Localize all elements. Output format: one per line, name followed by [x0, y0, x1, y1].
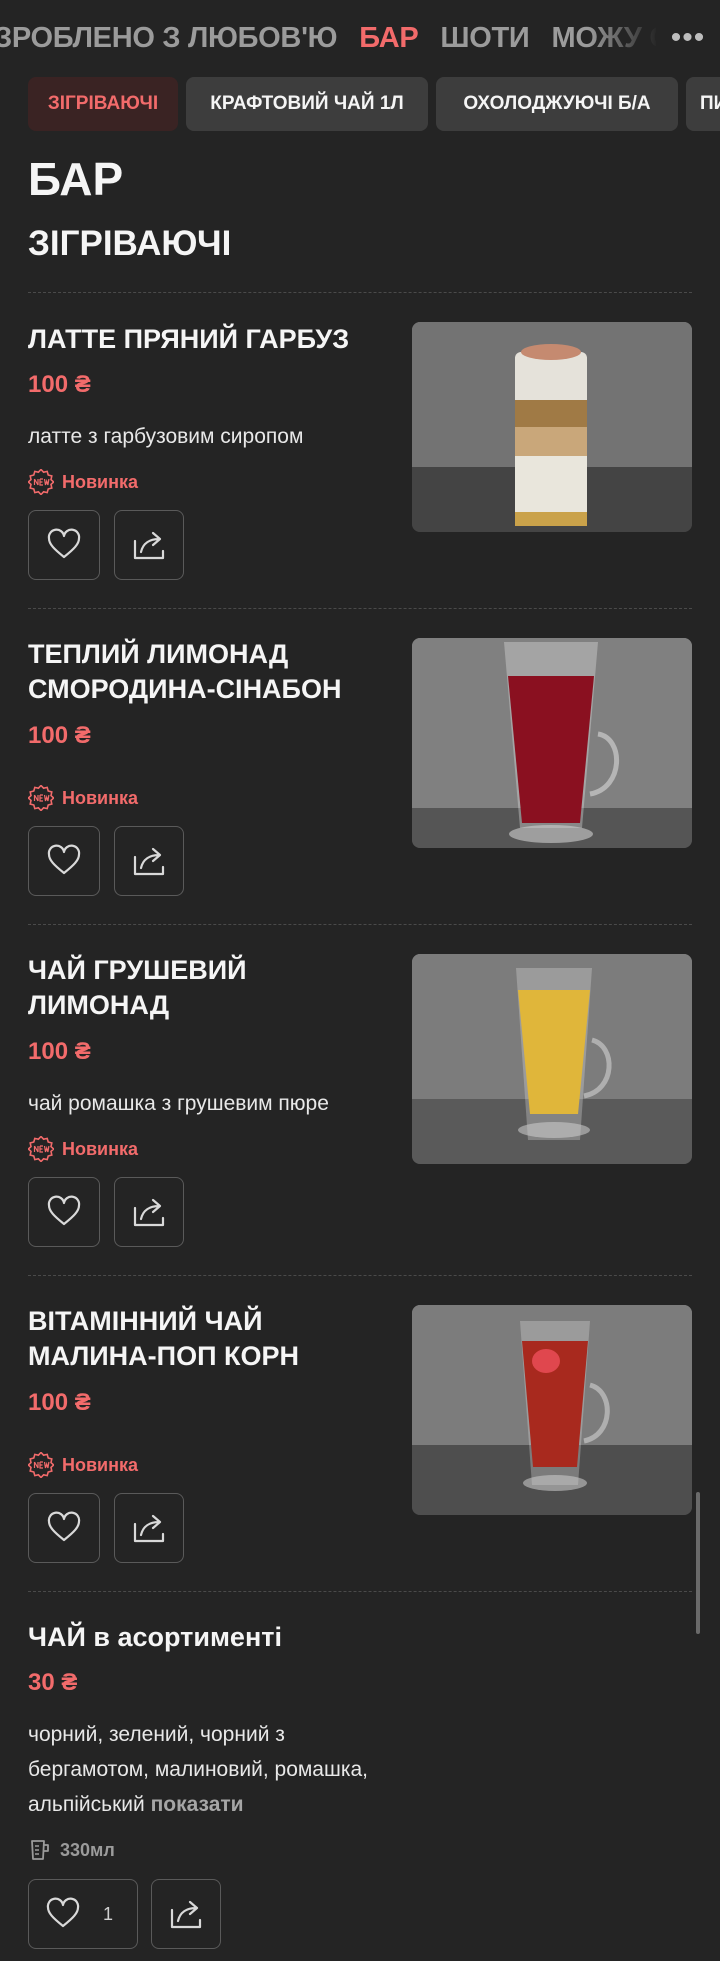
item-divider [28, 292, 692, 293]
chip-warming[interactable]: ЗІГРІВАЮЧІ [28, 77, 178, 131]
item-name[interactable]: ЛАТТЕ ПРЯНИЙ ГАРБУЗ [28, 322, 388, 357]
nav-item-made-with-love[interactable]: ЗРОБЛЕНО З ЛЮБОВ'Ю [0, 22, 338, 55]
new-badge: Новинка [28, 783, 138, 813]
pear-tea-photo [412, 954, 692, 1164]
share-icon [133, 1198, 165, 1227]
item-price: 100 ₴ [28, 1389, 91, 1416]
top-category-nav: ЗРОБЛЕНО З ЛЮБОВ'Ю БАР ШОТИ МОЖУ СОБІ ДО… [0, 0, 720, 76]
raspberry-tea-photo [412, 1305, 692, 1515]
heart-icon [47, 1195, 81, 1226]
share-icon [133, 847, 165, 876]
item-price: 100 ₴ [28, 371, 91, 398]
scrollbar[interactable] [696, 1492, 700, 1634]
share-button[interactable] [114, 510, 184, 580]
favorite-button[interactable] [28, 826, 100, 896]
new-badge-icon [28, 1136, 54, 1162]
item-price: 30 ₴ [28, 1669, 78, 1696]
volume-label: 330мл [60, 1839, 115, 1860]
heart-icon [47, 844, 81, 875]
favorite-button[interactable] [28, 510, 100, 580]
new-badge: Новинка [28, 467, 138, 497]
new-badge-label: Новинка [62, 1454, 139, 1475]
item-price: 100 ₴ [28, 722, 91, 749]
item-description: чорний, зелений, чорний з бергамотом, ма… [28, 1717, 398, 1822]
new-badge-icon [28, 785, 54, 811]
more-icon[interactable]: ••• [656, 0, 720, 76]
like-count: 1 [103, 1903, 114, 1924]
new-badge-label: Новинка [62, 787, 139, 808]
nav-item-bar[interactable]: БАР [359, 22, 418, 55]
heart-icon [47, 1511, 81, 1542]
cup-icon [31, 1840, 49, 1860]
item-divider [28, 924, 692, 925]
share-icon [133, 531, 165, 560]
favorite-button[interactable] [28, 1493, 100, 1563]
item-divider [28, 608, 692, 609]
show-more-link[interactable]: показати [151, 1793, 244, 1816]
item-name[interactable]: ВІТАМІННИЙ ЧАЙ МАЛИНА-ПОП КОРН [28, 1304, 388, 1374]
favorite-button[interactable] [28, 1177, 100, 1247]
share-button[interactable] [114, 826, 184, 896]
new-badge-icon [28, 469, 54, 495]
item-photo[interactable] [412, 1305, 692, 1515]
new-badge: Новинка [28, 1134, 138, 1164]
item-photo[interactable] [412, 322, 692, 532]
share-icon [170, 1900, 202, 1929]
new-badge-label: Новинка [62, 1138, 139, 1159]
section-title: ЗІГРІВАЮЧІ [28, 224, 232, 263]
chip-cooling-drinks[interactable]: ОХОЛОДЖУЮЧІ Б/А [436, 77, 678, 131]
share-button[interactable] [114, 1493, 184, 1563]
item-name[interactable]: ТЕПЛИЙ ЛИМОНАД СМОРОДИНА-СІНАБОН [28, 637, 388, 707]
item-photo[interactable] [412, 638, 692, 848]
share-icon [133, 1514, 165, 1543]
chip-craft-tea[interactable]: КРАФТОВИЙ ЧАЙ 1Л [186, 77, 428, 131]
favorite-button[interactable]: 1 [28, 1879, 138, 1949]
chip-beer[interactable]: ПИВО [686, 77, 720, 131]
nav-item-shots[interactable]: ШОТИ [440, 22, 529, 55]
item-price: 100 ₴ [28, 1038, 91, 1065]
item-photo[interactable] [412, 954, 692, 1164]
volume-info: 330мл [28, 1835, 115, 1865]
subcategory-chips: ЗІГРІВАЮЧІ КРАФТОВИЙ ЧАЙ 1Л ОХОЛОДЖУЮЧІ … [28, 77, 720, 131]
share-button[interactable] [114, 1177, 184, 1247]
item-divider [28, 1591, 692, 1592]
new-badge: Новинка [28, 1450, 138, 1480]
pumpkin-latte-photo [412, 322, 692, 532]
item-divider [28, 1275, 692, 1276]
item-name[interactable]: ЧАЙ ГРУШЕВИЙ ЛИМОНАД [28, 953, 388, 1023]
new-badge-label: Новинка [62, 471, 139, 492]
new-badge-icon [28, 1452, 54, 1478]
item-name[interactable]: ЧАЙ в асортименті [28, 1620, 468, 1655]
nav-fade [588, 0, 658, 76]
item-description: чай ромашка з грушевим пюре [28, 1092, 329, 1115]
share-button[interactable] [151, 1879, 221, 1949]
currant-lemonade-photo [412, 638, 692, 848]
item-description: латте з гарбузовим сиропом [28, 425, 304, 448]
page-title: БАР [28, 153, 124, 205]
heart-icon [47, 528, 81, 559]
heart-icon [46, 1897, 80, 1928]
